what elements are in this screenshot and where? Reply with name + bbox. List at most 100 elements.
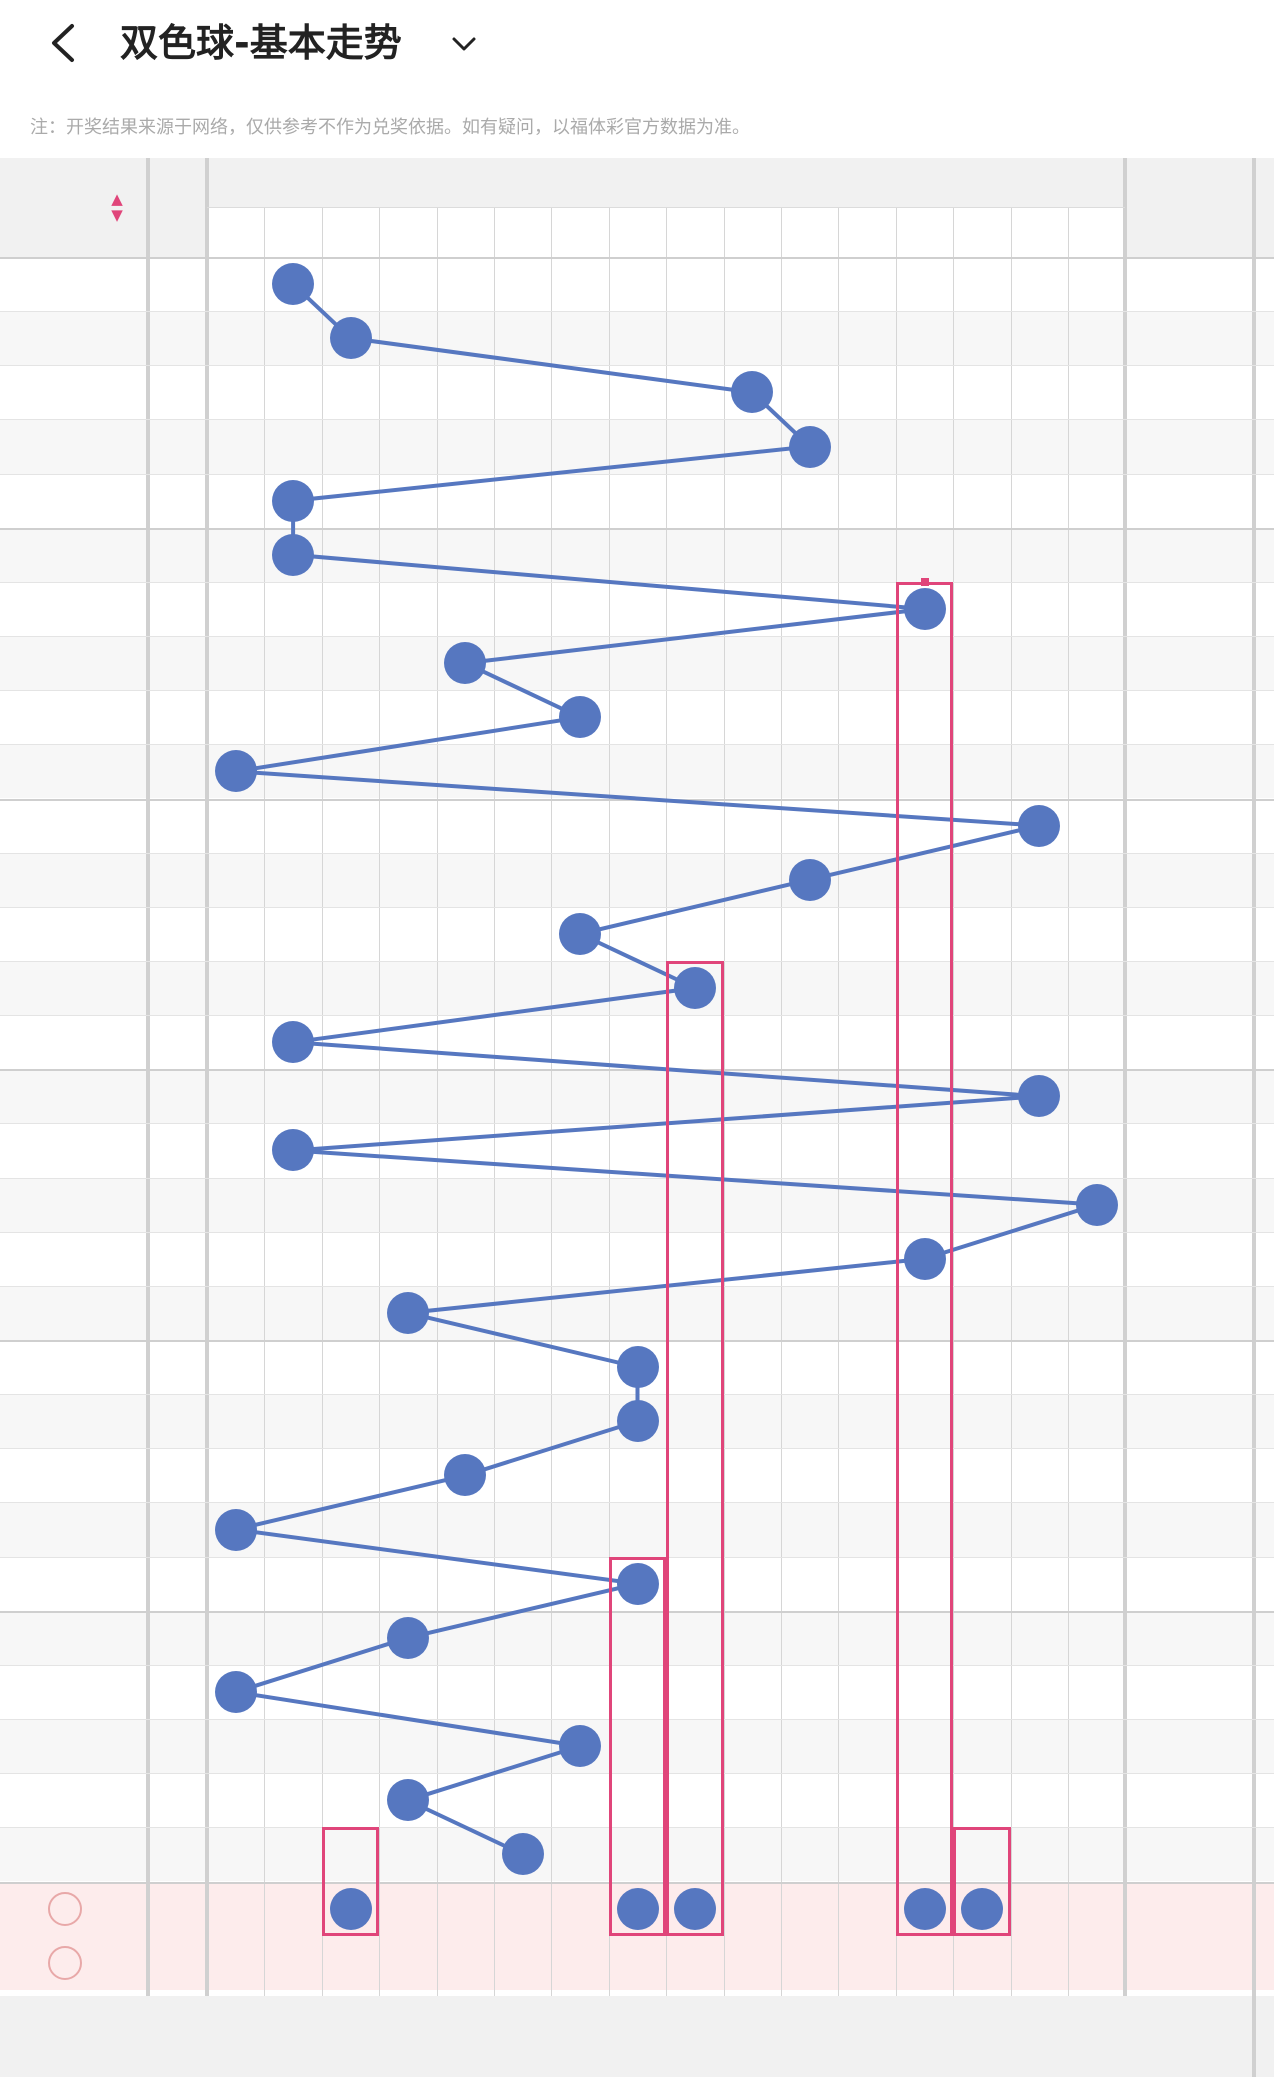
row-stripe <box>0 1719 1274 1774</box>
column-separator <box>205 158 209 1996</box>
top-bar: 双色球-基本走势 <box>0 0 1274 88</box>
footer-header-bg <box>0 1995 1274 2077</box>
row-line <box>0 1502 1274 1504</box>
row-stripe <box>0 636 1274 691</box>
blue-ball-hit <box>1018 804 1061 847</box>
column-line <box>608 207 610 1996</box>
blue-ball-hit <box>616 1346 659 1389</box>
group-line <box>0 1610 1274 1613</box>
column-line <box>953 207 955 1996</box>
blue-ball-hit <box>616 1400 659 1443</box>
column-line <box>264 207 266 1996</box>
column-line <box>781 207 782 1996</box>
row-stripe <box>0 527 1274 582</box>
chevron-down-icon[interactable] <box>446 26 482 62</box>
blue-ball-hit <box>272 263 315 306</box>
blue-header-bg <box>207 158 1126 207</box>
row-stripe <box>0 744 1274 799</box>
marker-dot <box>920 577 929 586</box>
row-line <box>0 1448 1274 1450</box>
blue-ball-hit <box>386 1291 429 1334</box>
row-stripe <box>0 1827 1274 1882</box>
sort-icon[interactable]: ▲ ▼ <box>108 191 126 227</box>
disclaimer-note: 注：开奖结果来源于网络，仅供参考不作为兑奖依据。如有疑问，以福体彩官方数据为准。 <box>30 117 750 138</box>
blue-ball-hit <box>272 479 315 522</box>
row-stripe <box>0 852 1274 907</box>
row-line <box>0 311 1274 313</box>
select-radio-icon[interactable] <box>48 1945 82 1980</box>
row-line <box>0 1556 1274 1558</box>
blue-ball-hit <box>731 371 774 414</box>
row-line <box>0 473 1274 475</box>
selected-ball[interactable] <box>960 1887 1003 1930</box>
blue-ball-hit <box>903 1237 946 1280</box>
column-line <box>321 207 323 1996</box>
row-line <box>0 744 1274 746</box>
blue-ball-hit <box>1075 1183 1118 1226</box>
blue-ball-hit <box>673 967 716 1010</box>
column-line <box>723 207 725 1996</box>
row-line <box>0 960 1274 962</box>
group-line <box>0 257 1274 259</box>
blue-ball-hit <box>214 750 257 793</box>
blue-ball-hit <box>559 912 602 955</box>
column-line <box>1010 207 1012 1996</box>
page-title[interactable]: 双色球-基本走势 <box>120 18 402 68</box>
select-radio-icon[interactable] <box>48 1891 82 1926</box>
column-separator <box>1123 158 1128 1996</box>
row-line <box>0 1123 1274 1125</box>
column-line <box>666 207 668 1996</box>
row-line <box>0 636 1274 638</box>
column-line <box>436 207 438 1996</box>
blue-ball-hit <box>272 1129 315 1172</box>
row-line <box>0 419 1274 421</box>
chevron-left-icon[interactable] <box>40 18 90 68</box>
blue-ball-hit <box>559 1725 602 1768</box>
group-line <box>0 1340 1274 1342</box>
column-line <box>494 207 495 1996</box>
row-stripe <box>0 419 1274 474</box>
row-line <box>0 1773 1274 1775</box>
row-line <box>0 1285 1274 1287</box>
select-row <box>0 1935 1274 1990</box>
column-line <box>895 207 897 1996</box>
column-line <box>379 207 381 1996</box>
group-line <box>0 1069 1274 1072</box>
blue-ball-hit <box>903 587 946 630</box>
row-line <box>0 365 1274 367</box>
weekday-header-bg <box>148 158 207 257</box>
blue-ball-hit <box>214 1670 257 1713</box>
column-separator <box>146 158 150 1996</box>
selected-ball[interactable] <box>616 1887 659 1930</box>
row-line <box>0 906 1274 908</box>
row-stripe <box>0 960 1274 1016</box>
blue-ball-hit <box>272 533 315 576</box>
selected-ball[interactable] <box>329 1887 372 1930</box>
header-line <box>207 207 1126 208</box>
row-stripe <box>0 1610 1274 1665</box>
blue-ball-hit <box>214 1508 257 1551</box>
column-line <box>1068 207 1069 1996</box>
selected-ball[interactable] <box>673 1887 716 1930</box>
row-line <box>0 1664 1274 1666</box>
row-stripe <box>0 1502 1274 1557</box>
group-line <box>0 1881 1274 1884</box>
group-line <box>0 527 1274 530</box>
blue-ball-hit <box>616 1562 659 1605</box>
row-line <box>0 1719 1274 1721</box>
row-line <box>0 581 1274 583</box>
row-line <box>0 1015 1274 1017</box>
blue-ball-hit <box>272 1021 315 1064</box>
column-line <box>551 207 553 1996</box>
row-line <box>0 1394 1274 1396</box>
row-stripe <box>0 1069 1274 1124</box>
column-line <box>838 207 840 1996</box>
row-line <box>0 1177 1274 1179</box>
row-stripe <box>0 311 1274 366</box>
selected-ball[interactable] <box>903 1887 946 1930</box>
row-stripe <box>0 1285 1274 1340</box>
column-separator <box>1252 158 1256 2077</box>
blue-ball-hit <box>788 425 831 468</box>
row-line <box>0 690 1274 692</box>
blue-ball-hit <box>788 858 831 901</box>
